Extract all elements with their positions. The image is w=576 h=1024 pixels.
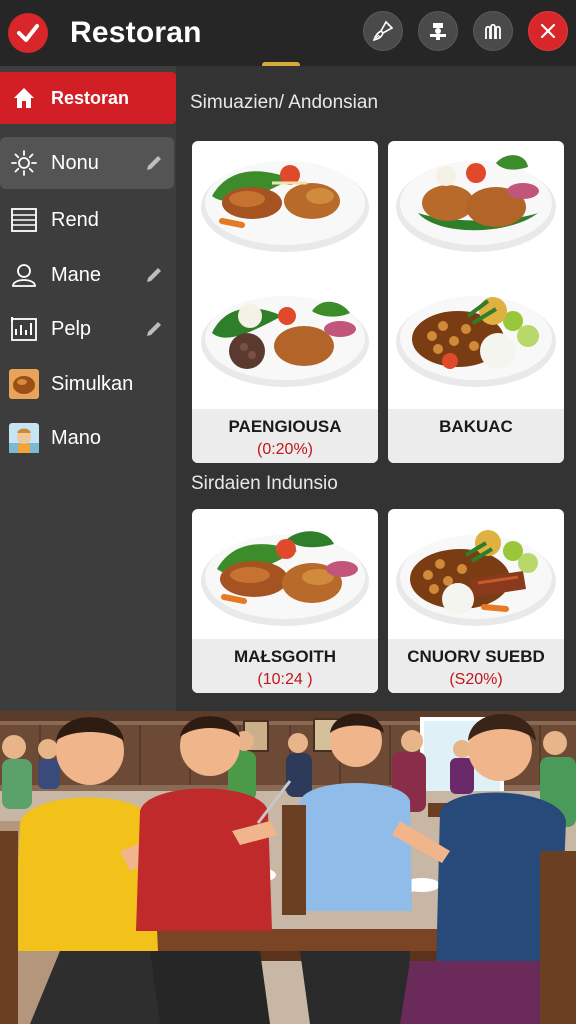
edit-pencil-icon[interactable] — [144, 319, 164, 339]
menu-card[interactable]: MAŁSGOITH (10:24 ) — [192, 509, 378, 693]
dish-price: (0:20%) — [256, 441, 314, 458]
close-button[interactable] — [528, 11, 568, 51]
sidebar-item-label: Mane — [51, 263, 102, 286]
food-thumb-icon — [9, 369, 39, 399]
logo-check-icon — [8, 13, 48, 53]
sidebar-item-label: Restoran — [51, 87, 130, 108]
sidebar-item-label: Nonu — [51, 151, 99, 174]
card-caption: CNUORV SUEBD (S20%) — [388, 639, 564, 693]
dish-price: (S20%) — [449, 671, 503, 688]
sun-icon — [9, 148, 39, 178]
card-caption: MAŁSGOITH (10:24 ) — [192, 639, 378, 693]
section-title: Sirdaien Indunsio — [191, 473, 338, 494]
list-icon — [9, 205, 39, 235]
staff-button[interactable] — [473, 11, 513, 51]
card-caption: PAENGIOUSA (0:20%) — [192, 409, 378, 463]
dish-price: (10:24 ) — [257, 671, 313, 688]
chart-icon — [9, 314, 39, 344]
sidebar-item-pelp[interactable]: Pelp — [0, 303, 174, 355]
sidebar-item-label: Simulkan — [51, 372, 134, 395]
home-icon — [9, 83, 39, 113]
dish-name: BAKUAC — [439, 417, 513, 436]
top-bar: Restoran — [0, 0, 576, 66]
header-actions — [363, 11, 568, 51]
sidebar-item-label: Mano — [51, 426, 102, 449]
sidebar-item-nonu[interactable]: Nonu — [0, 137, 174, 189]
card-caption: BAKUAC — [388, 409, 564, 463]
sidebar: Restoran Nonu Rend Mane Pelp Simulkan Ma… — [0, 66, 176, 711]
dish-image — [396, 530, 556, 626]
dish-name: MAŁSGOITH — [234, 647, 336, 666]
dish-image — [201, 531, 369, 626]
staff-icon — [485, 23, 501, 39]
dish-name: PAENGIOUSA — [228, 417, 342, 436]
cleaning-icon — [372, 20, 394, 42]
sidebar-item-simulkan[interactable]: Simulkan — [0, 358, 174, 410]
sidebar-item-rend[interactable]: Rend — [0, 194, 174, 246]
app-window: Restoran Restoran Nonu Rend Mane Pelp Si… — [0, 0, 576, 1024]
menu-card[interactable]: BAKUAC — [388, 141, 564, 463]
avatar-thumb-icon — [9, 423, 39, 453]
sidebar-item-label: Rend — [51, 208, 99, 231]
menu-card[interactable]: CNUORV SUEBD (S20%) — [388, 509, 564, 693]
restaurant-scene-illustration — [0, 711, 576, 1024]
sidebar-item-mane[interactable]: Mane — [0, 249, 174, 301]
cleaning-button[interactable] — [363, 11, 403, 51]
dish-image — [201, 161, 369, 387]
sidebar-item-mano[interactable]: Mano — [0, 412, 174, 464]
dish-name: CNUORV SUEBD — [407, 647, 545, 666]
person-icon — [9, 260, 39, 290]
edit-pencil-icon[interactable] — [144, 153, 164, 173]
menu-card[interactable]: PAENGIOUSA (0:20%) — [192, 141, 378, 463]
app-title: Restoran — [70, 16, 202, 49]
chef-button[interactable] — [418, 11, 458, 51]
section-title: Simuazien/ Andonsian — [190, 92, 379, 113]
sidebar-item-label: Pelp — [51, 317, 92, 340]
main-panel: Simuazien/ Andonsian PAENGIOUSA (0:20%) … — [176, 66, 576, 711]
edit-pencil-icon[interactable] — [144, 265, 164, 285]
close-icon — [540, 23, 556, 39]
chef-icon — [430, 23, 446, 40]
sidebar-item-restoran[interactable]: Restoran — [0, 72, 176, 124]
dish-image — [396, 155, 556, 387]
